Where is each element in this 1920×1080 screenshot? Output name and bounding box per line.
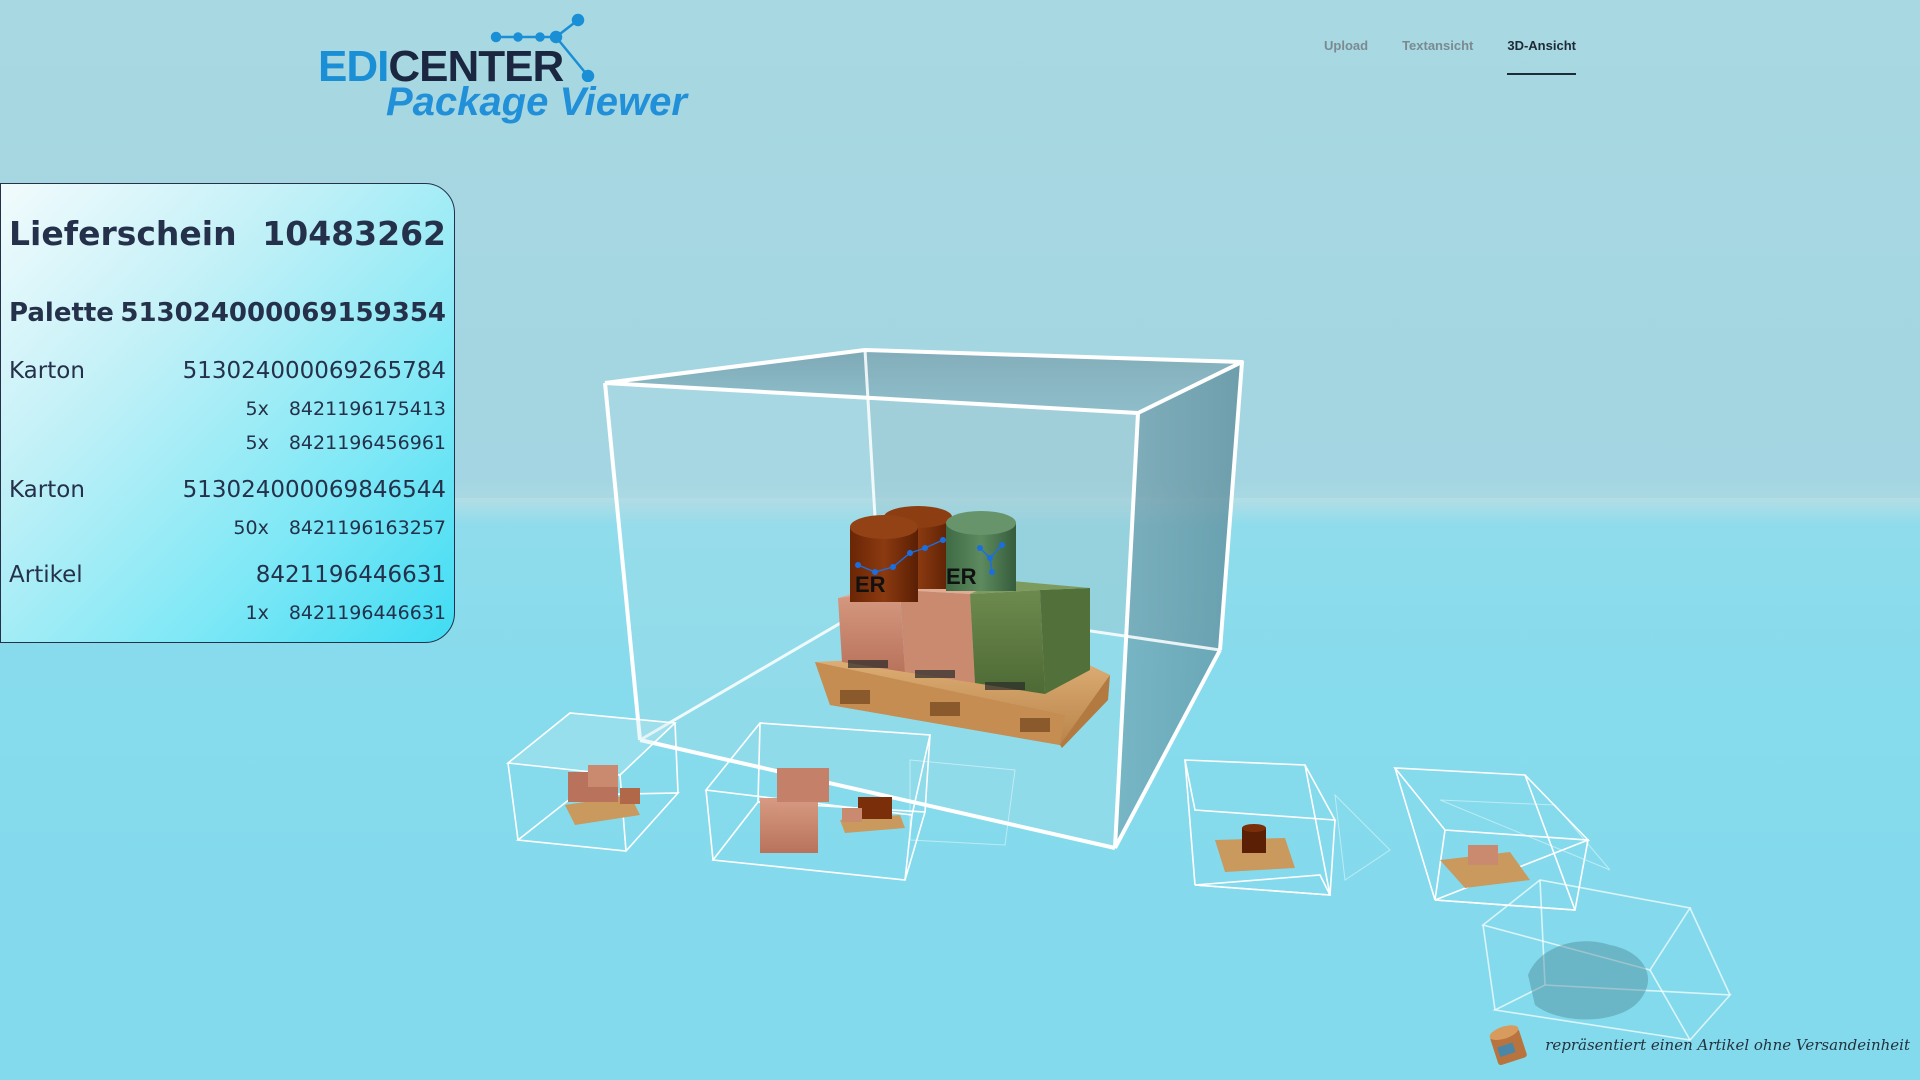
logo-brand-prefix: EDI	[318, 42, 389, 91]
delivery-note-number: 10483262	[262, 214, 446, 253]
carton-box	[777, 768, 829, 802]
carton-number: 513024000069846544	[182, 477, 446, 503]
article-item-row: 1x 8421196446631	[229, 602, 447, 624]
small-container-1[interactable]	[505, 712, 680, 852]
carton-box	[838, 590, 905, 672]
main-navigation: Upload Textansicht 3D-Ansicht	[1324, 38, 1576, 75]
article-row[interactable]: Artikel 8421196446631	[9, 562, 446, 588]
pallet-row[interactable]: Palette 513024000069159354	[9, 298, 446, 328]
item-code: 8421196175413	[288, 398, 446, 420]
small-container-3[interactable]	[1184, 759, 1391, 896]
carton-row[interactable]: Karton 513024000069265784	[9, 358, 446, 384]
carton-item-row: 5x 8421196456961	[229, 432, 447, 454]
item-quantity: 50x	[233, 517, 269, 539]
item-quantity: 5x	[245, 432, 269, 454]
article-without-unit-icon	[1489, 1025, 1527, 1066]
item-quantity: 5x	[245, 398, 269, 420]
item-quantity: 1x	[245, 602, 269, 624]
nav-textansicht[interactable]: Textansicht	[1402, 38, 1473, 75]
pallet-number: 513024000069159354	[120, 298, 446, 328]
delivery-note-row: Lieferschein 10483262	[9, 214, 446, 253]
legend: repräsentiert einen Artikel ohne Versand…	[1485, 1022, 1910, 1068]
carton-item-row: 5x 8421196175413	[229, 398, 447, 420]
ghost-container	[1481, 879, 1732, 1041]
carton-item-row: 50x 8421196163257	[229, 517, 446, 539]
delivery-note-label: Lieferschein	[9, 214, 237, 253]
logo-product-name: Package Viewer	[386, 80, 687, 124]
carton-box	[760, 798, 818, 853]
item-code: 8421196446631	[288, 602, 446, 624]
item-code: 8421196163257	[288, 517, 446, 539]
legend-text: repräsentiert einen Artikel ohne Versand…	[1545, 1036, 1910, 1054]
carton-box	[900, 590, 975, 683]
item-code: 8421196456961	[288, 432, 446, 454]
network-nodes-icon	[490, 13, 595, 82]
green-carton-box	[970, 590, 1045, 694]
article-number: 8421196446631	[255, 562, 446, 588]
pallet-label: Palette	[9, 298, 114, 328]
edicenter-logo: EDICENTER Package Viewer	[318, 12, 687, 132]
carton-row[interactable]: Karton 513024000069846544	[9, 477, 446, 503]
carton-number: 513024000069265784	[182, 358, 446, 384]
carton-label: Karton	[9, 358, 85, 384]
nav-3d-ansicht[interactable]: 3D-Ansicht	[1507, 38, 1576, 75]
svg-text:ER: ER	[946, 564, 977, 589]
svg-text:ER: ER	[855, 572, 886, 597]
shipment-info-panel: Lieferschein 10483262 Palette 5130240000…	[0, 183, 455, 643]
article-label: Artikel	[9, 562, 83, 588]
nav-upload[interactable]: Upload	[1324, 38, 1368, 75]
carton-box	[1468, 845, 1498, 865]
carton-label: Karton	[9, 477, 85, 503]
small-container-4[interactable]	[1393, 767, 1611, 911]
